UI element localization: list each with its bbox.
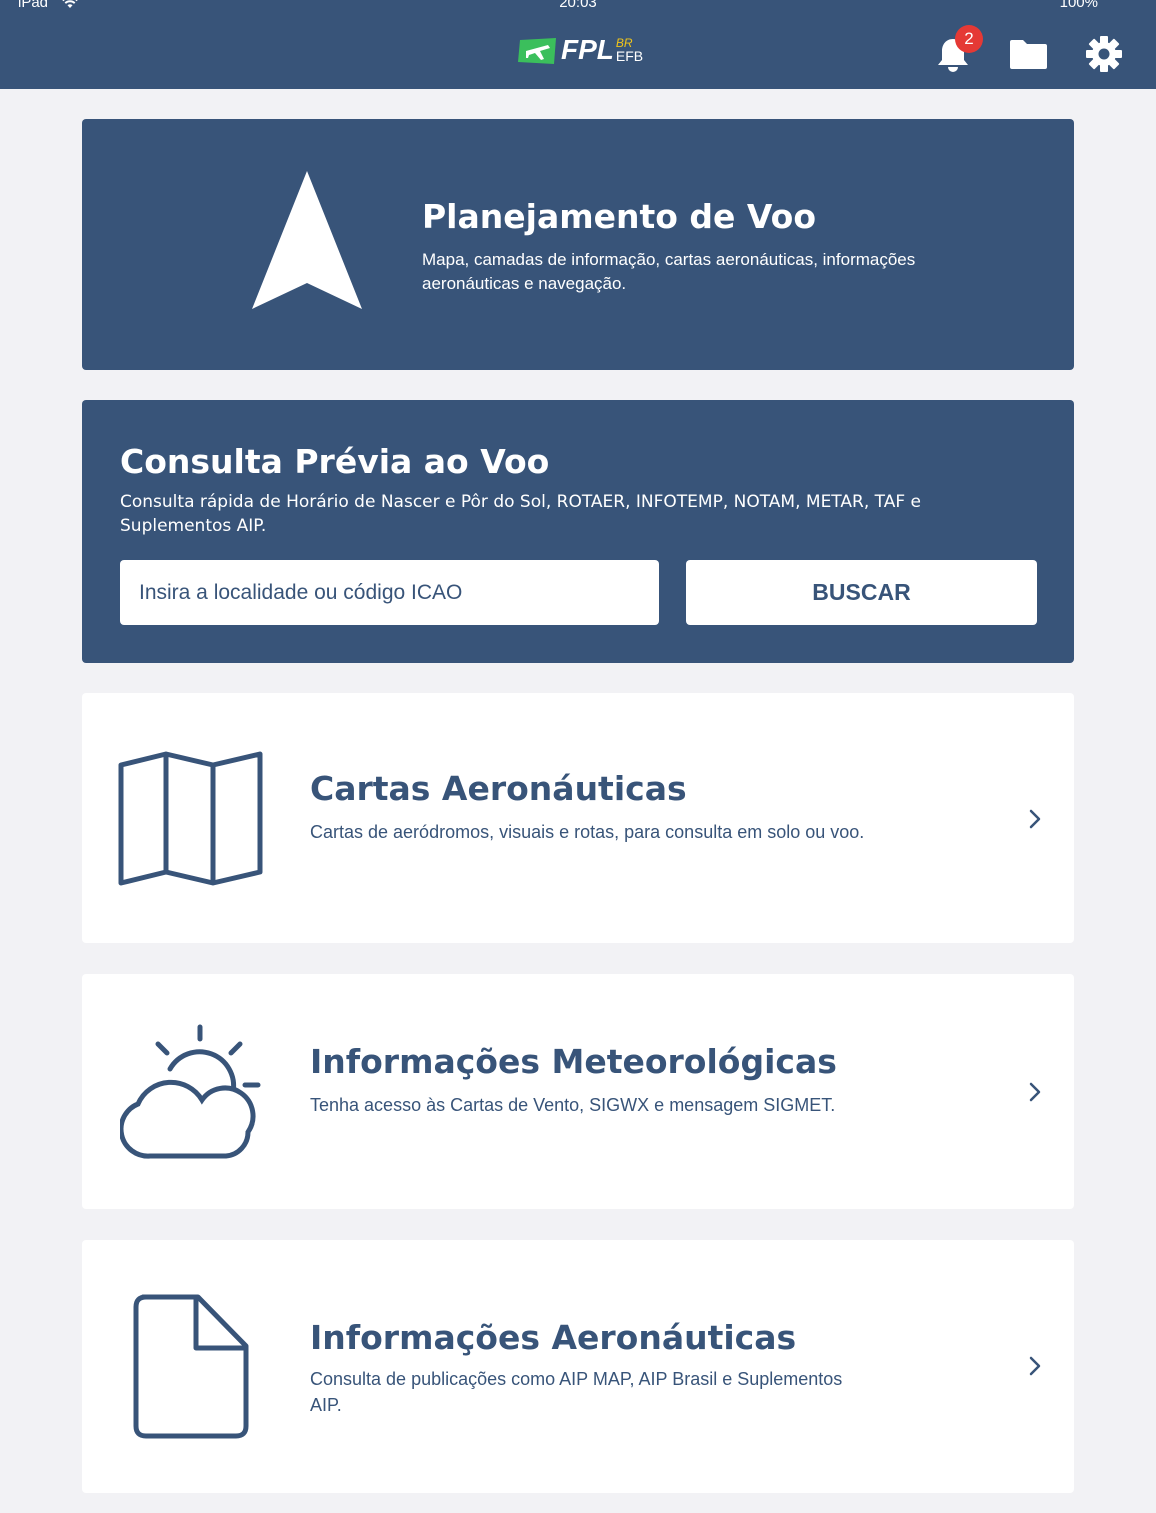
menu-item-description: Cartas de aeródromos, visuais e rotas, p…: [310, 822, 865, 842]
flight-planning-card[interactable]: Planejamento de Voo Mapa, camadas de inf…: [82, 119, 1074, 370]
preflight-query-title: Consulta Prévia ao Voo: [120, 442, 550, 481]
folder-icon[interactable]: [1008, 38, 1049, 70]
map-icon: [118, 751, 263, 886]
flight-planning-title: Planejamento de Voo: [422, 197, 816, 236]
navigation-arrow-icon: [252, 171, 362, 309]
search-button[interactable]: BUSCAR: [686, 560, 1037, 625]
logo-text: FPL: [561, 34, 614, 65]
chevron-right-icon: [1029, 1082, 1041, 1102]
menu-item-aeronautical-info[interactable]: Informações Aeronáuticas Consulta de pub…: [82, 1240, 1074, 1493]
menu-item-aeronautical-charts[interactable]: Cartas Aeronáuticas Cartas de aeródromos…: [82, 693, 1074, 943]
flight-planning-description: Mapa, camadas de informação, cartas aero…: [422, 250, 916, 293]
app-logo: FPL BR EFB: [518, 32, 643, 72]
battery-level: 100%: [1059, 0, 1098, 11]
menu-item-title: Cartas Aeronáuticas: [310, 769, 687, 808]
logo-plane-icon: [518, 38, 556, 64]
location-search-input[interactable]: [120, 560, 659, 625]
menu-item-description: Tenha acesso às Cartas de Vento, SIGWX e…: [310, 1095, 836, 1115]
chevron-right-icon: [1029, 809, 1041, 829]
menu-item-title: Informações Aeronáuticas: [310, 1318, 797, 1357]
logo-subtitle: BR EFB: [615, 32, 644, 64]
weather-icon: [120, 1024, 261, 1159]
notification-badge: 2: [955, 25, 983, 53]
gear-icon[interactable]: [1085, 35, 1123, 73]
logo-efb: EFB: [615, 48, 644, 64]
app-header: iPad 20:03 100% FPL BR EFB 2: [0, 0, 1156, 89]
menu-item-title: Informações Meteorológicas: [310, 1042, 837, 1081]
chevron-right-icon: [1029, 1356, 1041, 1376]
preflight-query-card: Consulta Prévia ao Voo Consulta rápida d…: [82, 400, 1074, 663]
document-icon: [133, 1294, 249, 1439]
menu-item-description: Consulta de publicações como AIP MAP, AI…: [310, 1369, 843, 1415]
preflight-query-description: Consulta rápida de Horário de Nascer e P…: [120, 492, 921, 536]
menu-item-weather-info[interactable]: Informações Meteorológicas Tenha acesso …: [82, 974, 1074, 1209]
status-time: 20:03: [559, 0, 597, 11]
